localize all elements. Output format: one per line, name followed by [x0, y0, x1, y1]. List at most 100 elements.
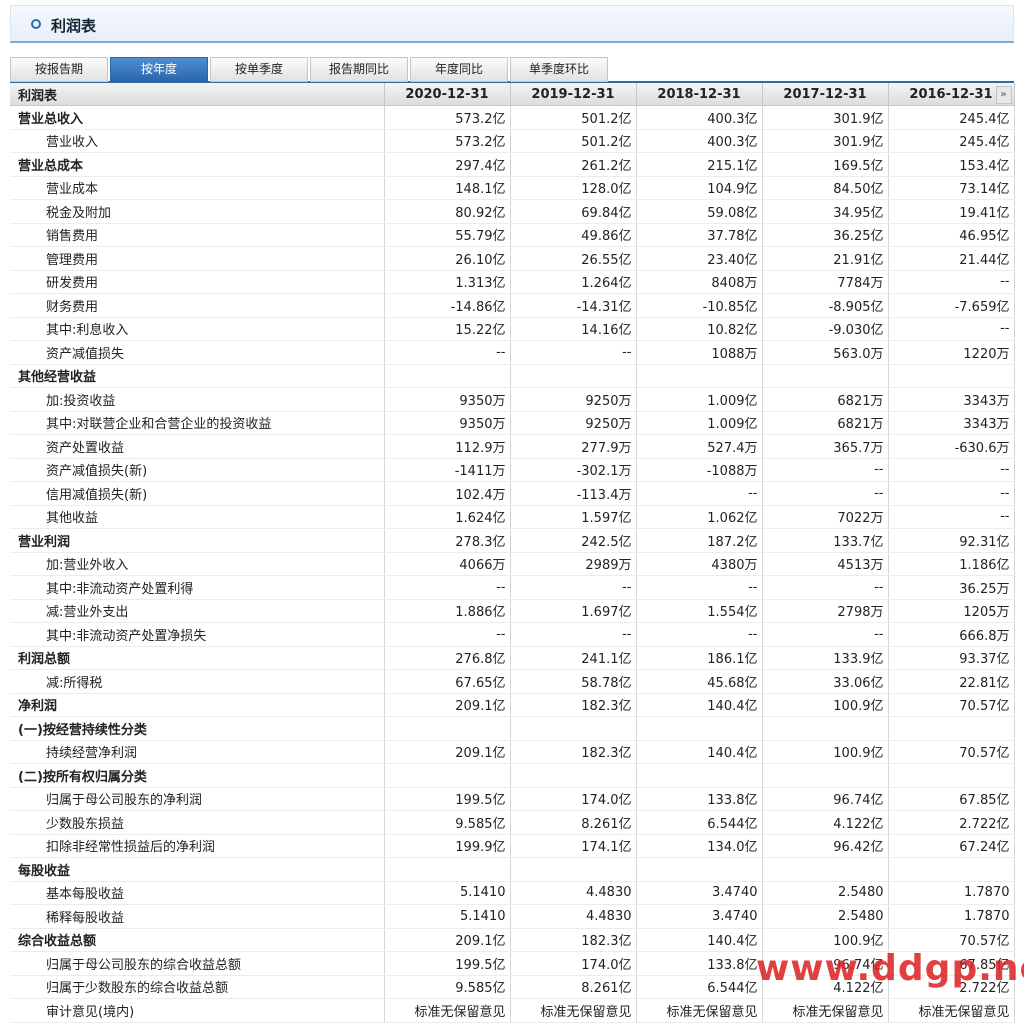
row-label: 基本每股收益 [10, 881, 385, 905]
row-value: 102.4万 [384, 481, 511, 506]
row-value: 2.5480 [762, 904, 889, 929]
row-value: 标准无保留意见 [762, 998, 889, 1023]
row-value: 10.82亿 [636, 317, 763, 341]
row-value: -302.1万 [510, 458, 637, 482]
row-value: 21.44亿 [888, 246, 1015, 271]
row-value [888, 763, 1015, 788]
row-value: 7022万 [762, 505, 889, 529]
tab-5[interactable]: 单季度环比 [510, 57, 608, 82]
row-value [636, 857, 763, 882]
row-label: 审计意见(境内) [10, 998, 385, 1023]
row-value: 187.2亿 [636, 528, 763, 553]
row-value: 9250万 [510, 387, 637, 412]
row-value: 37.78亿 [636, 223, 763, 247]
row-label: 资产减值损失(新) [10, 458, 385, 482]
row-value: 1.062亿 [636, 505, 763, 529]
table-row: 扣除非经常性损益后的净利润 199.9亿 174.1亿 134.0亿 96.42亿 67.… [10, 834, 1015, 858]
row-value: 365.7万 [762, 434, 889, 459]
tab-3[interactable]: 报告期同比 [310, 57, 408, 82]
header-year-cell: 2017-12-31 [762, 83, 889, 106]
row-value: 7784万 [762, 270, 889, 294]
row-value: -14.31亿 [510, 293, 637, 318]
row-label: 其中:非流动资产处置净损失 [10, 622, 385, 647]
row-label: 减:所得税 [10, 669, 385, 694]
row-value: 49.86亿 [510, 223, 637, 247]
tab-2[interactable]: 按单季度 [210, 57, 308, 82]
row-value: 19.41亿 [888, 199, 1015, 224]
row-value: 209.1亿 [384, 740, 511, 764]
row-value: -- [888, 317, 1015, 341]
row-label: 归属于少数股东的综合收益总额 [10, 975, 385, 999]
row-value: 1205万 [888, 599, 1015, 623]
row-value: -7.659亿 [888, 293, 1015, 318]
row-value: 23.40亿 [636, 246, 763, 271]
row-value [762, 716, 889, 741]
row-value: 209.1亿 [384, 692, 511, 717]
watermark: www.ddgp.net [756, 948, 1024, 989]
row-value: 1.597亿 [510, 505, 637, 529]
table-row: 资产减值损失(新) -1411万 -302.1万 -1088万 -- -- [10, 458, 1015, 482]
row-value: 573.2亿 [384, 105, 511, 130]
row-value: 3.4740 [636, 881, 763, 905]
row-value: 3.4740 [636, 904, 763, 929]
row-value: 1.624亿 [384, 505, 511, 529]
row-label: 其中:非流动资产处置利得 [10, 575, 385, 600]
row-label: 加:投资收益 [10, 387, 385, 412]
row-value [510, 857, 637, 882]
row-value: 67.85亿 [888, 787, 1015, 811]
row-value: 4.122亿 [762, 810, 889, 835]
tab-4[interactable]: 年度同比 [410, 57, 508, 82]
income-statement-table: 利润表 2020-12-31 2019-12-31 2018-12-31 201… [10, 83, 1015, 1023]
row-value: -9.030亿 [762, 317, 889, 341]
circle-bullet-icon [31, 19, 41, 29]
row-value: 527.4万 [636, 434, 763, 459]
row-value: -1411万 [384, 458, 511, 482]
row-value: 1220万 [888, 340, 1015, 365]
table-row: 加:营业外收入 4066万 2989万 4380万 4513万 1.186亿 [10, 552, 1015, 576]
table-row: 营业成本 148.1亿 128.0亿 104.9亿 84.50亿 73.14亿 [10, 176, 1015, 200]
row-value: 174.0亿 [510, 951, 637, 976]
row-value: 140.4亿 [636, 740, 763, 764]
table-row: 销售费用 55.79亿 49.86亿 37.78亿 36.25亿 46.95亿 [10, 223, 1015, 247]
row-value [888, 363, 1015, 388]
row-value [510, 763, 637, 788]
tab-1[interactable]: 按年度 [110, 57, 208, 82]
header-year-label: 2016-12-31 [909, 86, 993, 102]
row-value: 242.5亿 [510, 528, 637, 553]
row-value: 2.722亿 [888, 810, 1015, 835]
row-value: -10.85亿 [636, 293, 763, 318]
row-value: -113.4万 [510, 481, 637, 506]
row-value: 148.1亿 [384, 176, 511, 200]
row-label: 净利润 [10, 692, 385, 717]
row-label: 持续经营净利润 [10, 740, 385, 764]
row-value: 92.31亿 [888, 528, 1015, 553]
row-value: 80.92亿 [384, 199, 511, 224]
table-row: 减:营业外支出 1.886亿 1.697亿 1.554亿 2798万 1205万 [10, 599, 1015, 623]
row-label: 归属于母公司股东的净利润 [10, 787, 385, 811]
scroll-right-icon[interactable]: » [995, 86, 1012, 104]
row-value: 1.7870 [888, 904, 1015, 929]
row-value: 15.22亿 [384, 317, 511, 341]
row-value: 6821万 [762, 411, 889, 435]
row-value: -- [888, 458, 1015, 482]
row-value: 174.0亿 [510, 787, 637, 811]
table-row: 每股收益 [10, 857, 1015, 882]
row-value: -- [762, 575, 889, 600]
row-value: 58.78亿 [510, 669, 637, 694]
row-value: 501.2亿 [510, 129, 637, 153]
row-value: 112.9万 [384, 434, 511, 459]
row-value: 标准无保留意见 [510, 998, 637, 1023]
row-value [762, 363, 889, 388]
row-value: 1.313亿 [384, 270, 511, 294]
tab-0[interactable]: 按报告期 [10, 57, 108, 82]
row-value: 84.50亿 [762, 176, 889, 200]
row-value: 563.0万 [762, 340, 889, 365]
row-value: 14.16亿 [510, 317, 637, 341]
row-label: 资产处置收益 [10, 434, 385, 459]
table-row: 研发费用 1.313亿 1.264亿 8408万 7784万 -- [10, 270, 1015, 294]
row-value: 8408万 [636, 270, 763, 294]
row-value [636, 363, 763, 388]
row-value: 174.1亿 [510, 834, 637, 858]
row-value: 573.2亿 [384, 129, 511, 153]
row-value: 70.57亿 [888, 692, 1015, 717]
